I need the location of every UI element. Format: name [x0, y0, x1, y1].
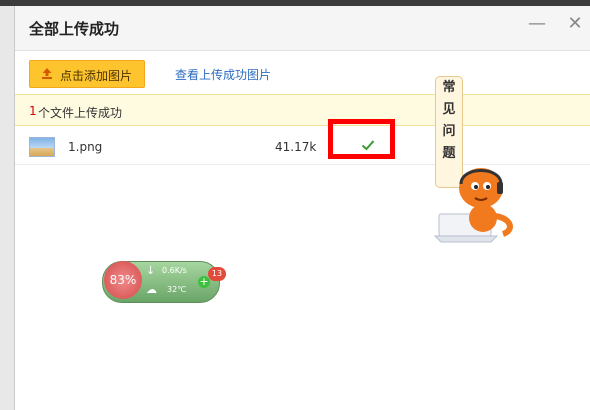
cpu-usage: 83%	[104, 261, 142, 299]
highlight-annotation	[328, 119, 395, 159]
dialog-titlebar: 全部上传成功 — ✕	[15, 6, 590, 51]
minimize-button[interactable]: —	[527, 14, 547, 34]
faq-char: 见	[442, 102, 456, 117]
mascot-icon	[433, 168, 513, 243]
faq-char: 问	[442, 124, 456, 139]
view-uploaded-link[interactable]: 查看上传成功图片	[175, 66, 271, 83]
upload-dialog: 全部上传成功 — ✕ 点击添加图片 查看上传成功图片 1 个文件上传成功 1.p…	[14, 6, 590, 410]
close-button[interactable]: ✕	[565, 14, 585, 34]
add-image-label: 点击添加图片	[60, 69, 133, 83]
background-edge	[0, 6, 14, 410]
file-name: 1.png	[68, 140, 103, 154]
upload-status-bar: 1 个文件上传成功	[15, 94, 590, 126]
upload-icon	[42, 68, 52, 79]
add-image-button[interactable]: 点击添加图片	[29, 60, 145, 88]
faq-char: 常	[442, 80, 456, 95]
temperature: 32℃	[167, 285, 187, 294]
download-arrow-icon: ↓	[146, 264, 156, 277]
system-monitor-widget[interactable]: 83% ↓ 0.6K/s ☁ 32℃ + 13	[102, 259, 226, 303]
network-speed: 0.6K/s	[162, 266, 187, 275]
notification-badge: 13	[208, 267, 226, 281]
dialog-title: 全部上传成功	[29, 20, 120, 38]
file-size: 41.17k	[275, 140, 317, 154]
temperature-icon: ☁	[146, 283, 157, 296]
success-text: 个文件上传成功	[38, 106, 123, 120]
success-count: 1	[29, 104, 37, 118]
image-thumbnail-icon	[29, 137, 55, 157]
